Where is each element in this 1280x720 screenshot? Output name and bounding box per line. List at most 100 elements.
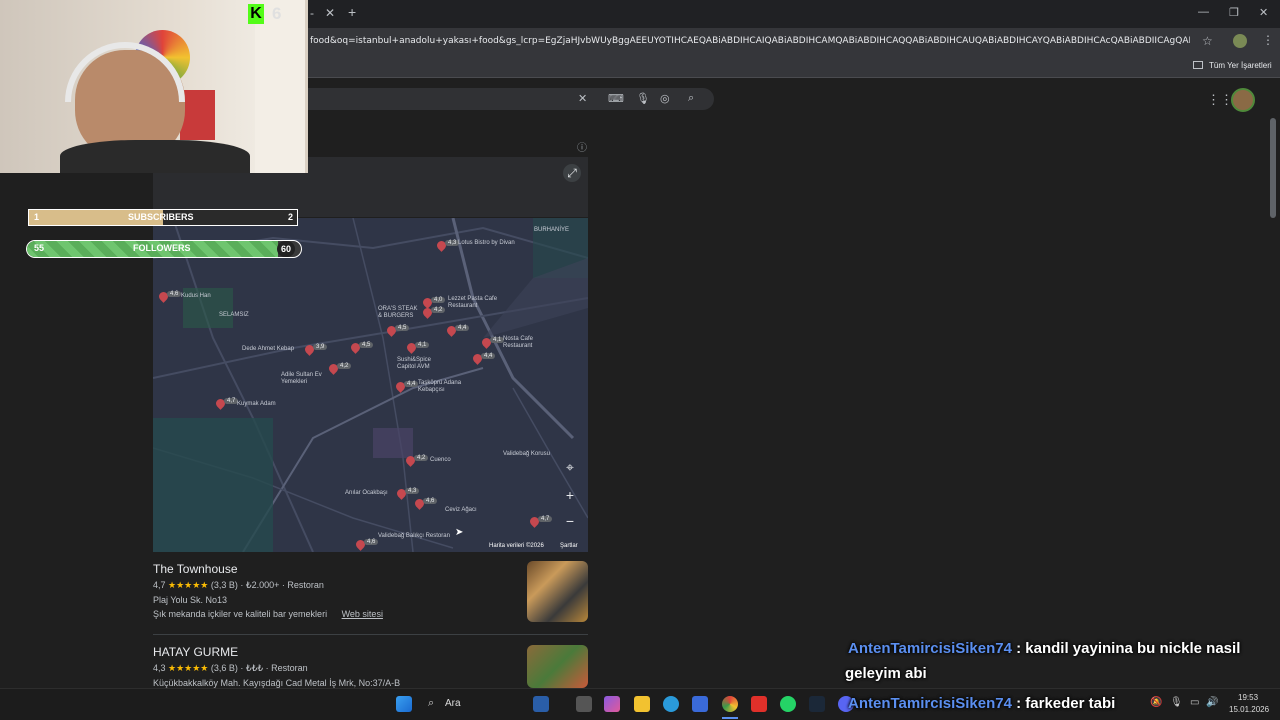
clock-time[interactable]: 19:53	[1238, 693, 1258, 702]
webcam-overlay: K 6	[0, 0, 308, 173]
start-menu-icon[interactable]	[396, 696, 412, 712]
scrollbar[interactable]	[1270, 118, 1276, 218]
keyboard-icon[interactable]: ⌨	[608, 92, 624, 105]
all-bookmarks-label[interactable]: Tüm Yer İşaretleri	[1209, 61, 1272, 70]
minimize-icon[interactable]: —	[1198, 6, 1209, 18]
steam-icon[interactable]	[809, 696, 825, 712]
store-icon[interactable]	[692, 696, 708, 712]
map-label: Cuenco	[430, 457, 451, 463]
restore-icon[interactable]: ❐	[1229, 6, 1239, 19]
person-shirt	[60, 140, 250, 173]
map-label: Adile Sultan Ev Yemekleri	[281, 372, 322, 385]
mouse-cursor-icon: ➤	[455, 527, 464, 538]
map-terms-link[interactable]: Şartlar	[560, 543, 578, 549]
result-stars: ★★★★★	[168, 580, 209, 590]
chat-message: AntenTamircisiSiken74 : farkeder tabi	[848, 695, 1115, 712]
result-card[interactable]: The Townhouse 4,7 ★★★★★ (3,3 B) · ₺2.000…	[153, 562, 523, 619]
youtube-icon[interactable]	[751, 696, 767, 712]
copilot-icon[interactable]	[604, 696, 620, 712]
microphone-icon[interactable]: 🎙	[1170, 697, 1183, 708]
edge-icon[interactable]	[663, 696, 679, 712]
notifications-off-icon[interactable]: 🔕	[1150, 697, 1162, 708]
zoom-in-button[interactable]: +	[559, 484, 581, 506]
map-rating: 4,4	[481, 353, 496, 359]
result-address: Küçükbakkalköy Mah. Kayışdağı Cad Metal …	[153, 678, 401, 688]
clear-icon[interactable]: ✕	[578, 92, 587, 105]
subscribers-goal: 2	[287, 212, 293, 222]
taskbar-search-label[interactable]: Ara	[445, 698, 461, 709]
result-image[interactable]	[527, 561, 588, 622]
map-rating: 4,6	[167, 291, 182, 297]
mic-icon[interactable]: 🎙	[636, 92, 650, 105]
result-stars: ★★★★★	[168, 663, 209, 673]
map-label: Nosta Cafe Restaurant	[503, 336, 534, 349]
map-label: Kudus Han	[181, 293, 211, 299]
active-indicator	[722, 717, 738, 719]
result-description-row: Şık mekanda içkiler ve kaliteli bar yeme…	[153, 609, 523, 619]
tab-title-fragment[interactable]: -	[310, 6, 314, 20]
result-image[interactable]	[527, 645, 588, 688]
chat-message-continued: geleyim abi	[845, 665, 927, 682]
folder-icon	[1193, 61, 1203, 69]
chat-username: AntenTamircisiSiken74	[848, 640, 1012, 657]
chat-text: : farkeder tabi	[1016, 695, 1116, 712]
subscribers-goal-bar: 1 SUBSCRIBERS 2	[28, 209, 298, 226]
chat-text: geleyim abi	[845, 665, 927, 682]
map-label: Anılar Ocakbaşı	[345, 490, 388, 496]
network-icon[interactable]: ▭	[1190, 697, 1199, 708]
map-label: Kuymak Adam	[237, 401, 276, 407]
map-rating: 4,0	[431, 297, 446, 303]
subscribers-current: 1	[34, 212, 40, 222]
red-object	[180, 90, 215, 140]
task-view-icon[interactable]	[576, 696, 592, 712]
search-input[interactable]: ✕ ⌨ 🎙 ◎ ⌕	[308, 88, 714, 110]
search-icon[interactable]: ⌕	[428, 697, 434, 710]
whatsapp-icon[interactable]	[780, 696, 796, 712]
chat-text: : kandil yayinina bu nickle nasil	[1016, 640, 1241, 657]
account-avatar[interactable]	[1231, 88, 1255, 112]
chrome-icon[interactable]	[722, 696, 738, 712]
result-type: Restoran	[271, 663, 308, 673]
map-label: Dede Ahmet Kebap	[242, 346, 295, 352]
result-rating: 4,7	[153, 580, 166, 590]
chat-message: AntenTamircisiSiken74 : kandil yayinina …	[848, 640, 1240, 657]
map-rating: 4,2	[337, 363, 352, 369]
volume-icon[interactable]: 🔊	[1206, 697, 1218, 708]
map-rating: 4,5	[359, 342, 374, 348]
website-link[interactable]: Web sitesi	[342, 609, 383, 619]
url-text[interactable]: food&oq=istanbul+anadolu+yakası+food&gs_…	[310, 36, 1190, 46]
lens-icon[interactable]: ◎	[660, 92, 670, 105]
result-type: Restoran	[287, 580, 324, 590]
result-meta: 4,3 ★★★★★ (3,6 B) · ₺₺₺ · Restoran	[153, 663, 308, 673]
tab-close-icon[interactable]: ✕	[325, 6, 335, 20]
info-icon[interactable]: ⓘ	[577, 139, 587, 154]
bookmark-star-icon[interactable]: ☆	[1202, 34, 1213, 48]
zoom-out-button[interactable]: −	[559, 510, 581, 532]
search-icon[interactable]: ⌕	[688, 92, 694, 105]
map-rating: 4,1	[415, 342, 430, 348]
map-rating: 4,7	[538, 516, 553, 522]
kick-badge-icon: 6	[272, 4, 282, 23]
result-price: ₺₺₺	[245, 663, 264, 673]
my-location-icon[interactable]: ⌖	[559, 456, 581, 478]
map-view[interactable]: 4,3 Lotus Bistro by Divan BURHANİYE 4,6 …	[153, 218, 588, 552]
expand-map-icon[interactable]: ⤢	[563, 164, 581, 182]
map-rating: 4,6	[423, 498, 438, 504]
result-title[interactable]: The Townhouse	[153, 562, 523, 576]
result-title[interactable]: HATAY GURME	[153, 645, 523, 659]
menu-dots-icon[interactable]: ⋮	[1262, 33, 1274, 47]
result-card[interactable]: HATAY GURME 4,3 ★★★★★ (3,6 B) · ₺₺₺ · Re…	[153, 645, 523, 688]
map-rating: 3,9	[313, 344, 328, 350]
map-label: Taşköprü Adana Kebapçısı	[418, 380, 462, 393]
file-explorer-icon[interactable]	[634, 696, 650, 712]
new-tab-icon[interactable]: +	[348, 4, 356, 20]
close-window-icon[interactable]: ✕	[1259, 6, 1268, 19]
chat-username: AntenTamircisiSiken74	[848, 695, 1012, 712]
apps-grid-icon[interactable]: ⋮⋮	[1207, 92, 1233, 108]
widgets-icon[interactable]	[533, 696, 549, 712]
result-rating: 4,3	[153, 663, 166, 673]
map-label: SELAMSIZ	[219, 312, 249, 318]
profile-icon[interactable]	[1233, 34, 1247, 48]
clock-date[interactable]: 15.01.2026	[1229, 705, 1269, 714]
map-label: Ceviz Ağacı	[445, 507, 477, 513]
